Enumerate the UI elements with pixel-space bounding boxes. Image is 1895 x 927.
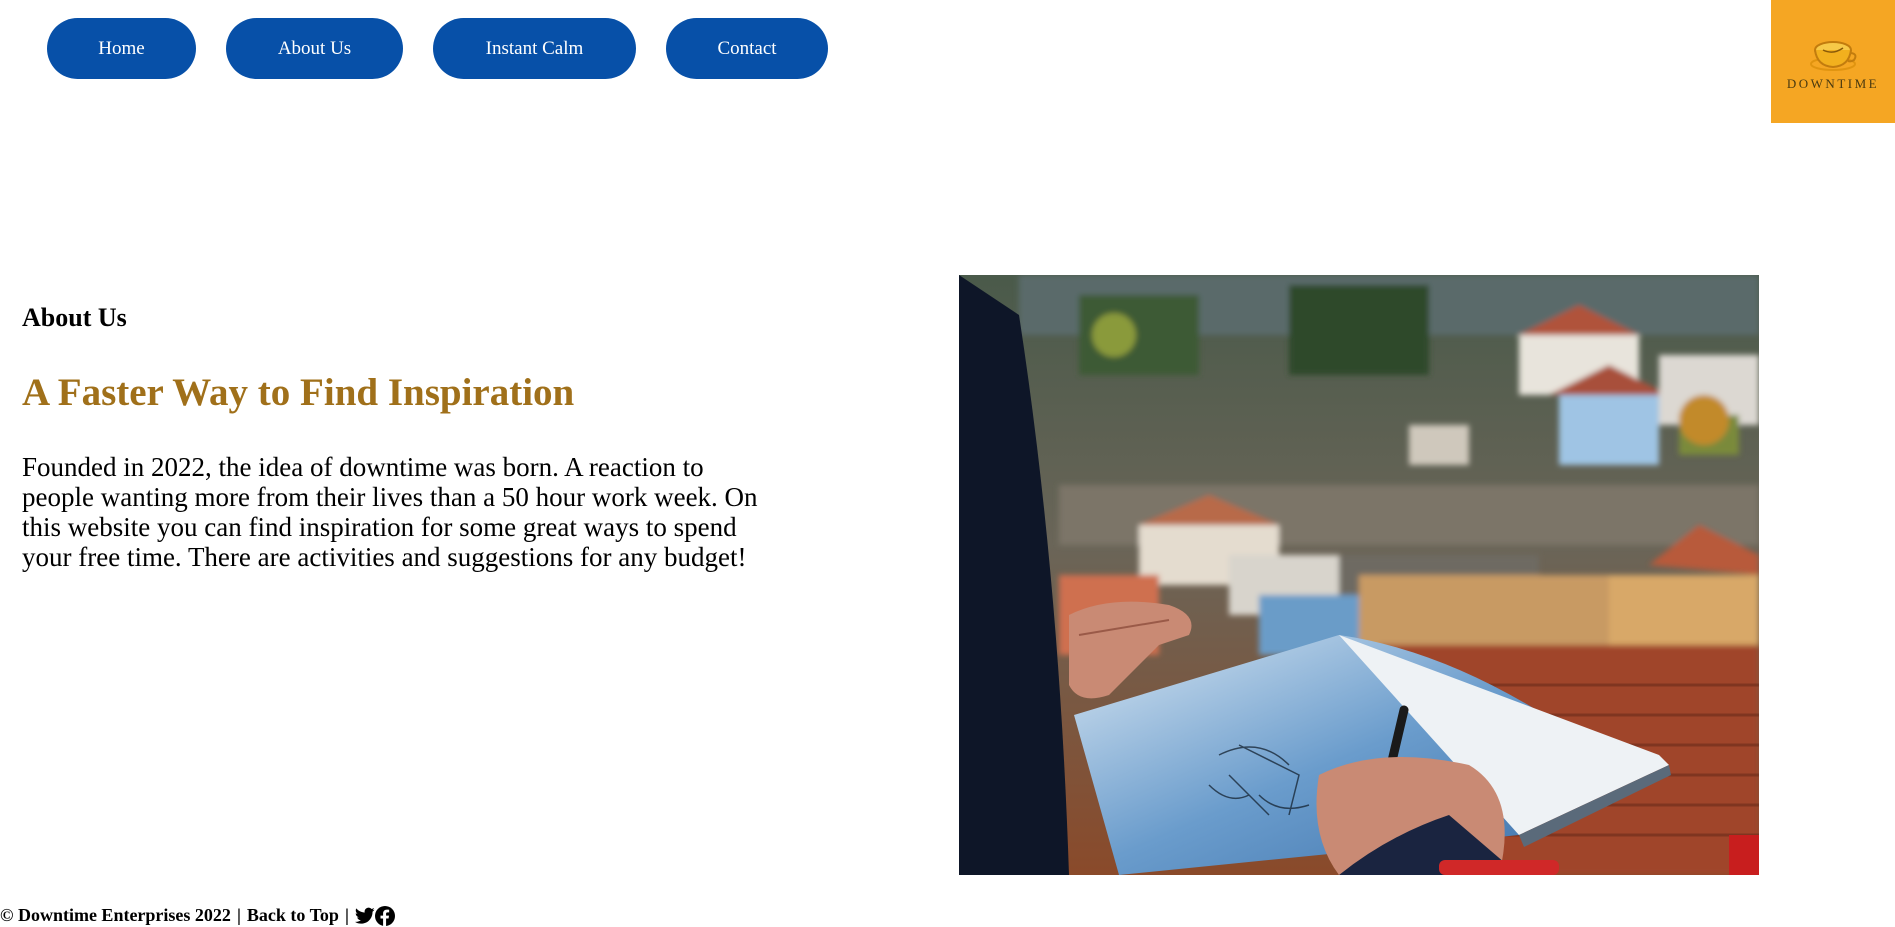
- coffee-cup-icon: [1810, 40, 1857, 71]
- logo-text: DOWNTIME: [1786, 75, 1880, 91]
- back-to-top-link[interactable]: Back to Top: [247, 905, 339, 926]
- tagline-heading: A Faster Way to Find Inspiration: [22, 371, 575, 414]
- nav-instant-calm-button[interactable]: Instant Calm: [433, 18, 636, 79]
- main-nav: Home About Us Instant Calm Contact: [47, 18, 828, 79]
- downtime-logo[interactable]: DOWNTIME: [1771, 0, 1895, 123]
- footer-separator: |: [344, 905, 349, 925]
- about-paragraph: Founded in 2022, the idea of downtime wa…: [22, 452, 758, 572]
- twitter-icon[interactable]: [354, 907, 375, 925]
- nav-home-button[interactable]: Home: [47, 18, 196, 79]
- page-heading: About Us: [22, 303, 127, 332]
- nav-about-button[interactable]: About Us: [226, 18, 403, 79]
- page-footer: © Downtime Enterprises 2022 | Back to To…: [0, 905, 395, 926]
- nav-contact-button[interactable]: Contact: [666, 18, 828, 79]
- facebook-icon[interactable]: [374, 905, 395, 926]
- person-sketching-city-rooftops-image: [959, 275, 1759, 875]
- copyright-text: © Downtime Enterprises 2022: [0, 905, 231, 925]
- footer-separator: |: [236, 905, 241, 925]
